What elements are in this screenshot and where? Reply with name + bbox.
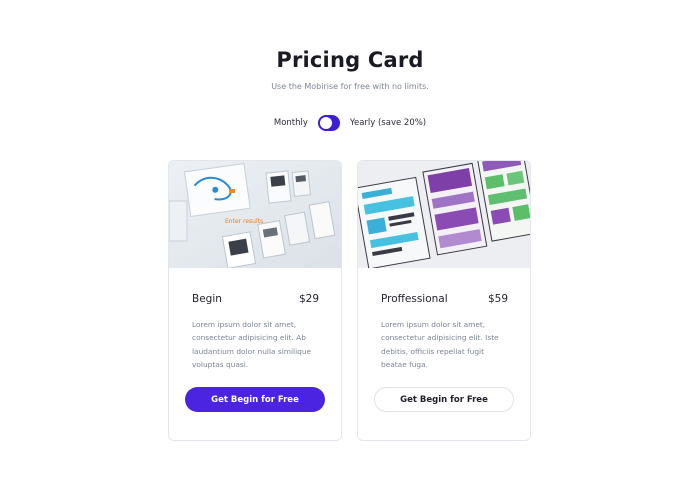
card-image-sketch-wireframes	[358, 161, 530, 268]
page-subtitle: Use the Mobirise for free with no limits…	[271, 82, 429, 91]
plan-price: $29	[298, 293, 319, 305]
yearly-label: Yearly (save 20%)	[349, 118, 427, 128]
pricing-card-begin: Enter results Begin $29 Lorem ipsum dolo…	[168, 160, 342, 441]
plan-description: Lorem ipsum dolor sit amet, consectetur …	[381, 320, 499, 369]
billing-period-switch[interactable]	[317, 115, 340, 131]
switch-knob	[319, 117, 332, 129]
plan-name: Proffessional	[381, 293, 448, 305]
pricing-page: Pricing Card Use the Mobirise for free w…	[0, 0, 700, 491]
plan-price: $59	[487, 293, 508, 305]
billing-toggle-row: Monthly Yearly (save 20%)	[0, 114, 700, 132]
pricing-card-proffessional: Proffessional $59 Lorem ipsum dolor sit …	[357, 160, 531, 441]
plan-description: Lorem ipsum dolor sit amet, consectetur …	[192, 320, 312, 369]
svg-text:Enter results: Enter results	[225, 218, 263, 225]
card-image-wireframe-wall: Enter results	[169, 161, 341, 268]
get-begin-button[interactable]: Get Begin for Free	[185, 387, 325, 412]
get-begin-button[interactable]: Get Begin for Free	[374, 387, 514, 412]
page-title: Pricing Card	[276, 48, 424, 72]
plan-name: Begin	[192, 293, 222, 305]
monthly-label: Monthly	[273, 118, 308, 128]
